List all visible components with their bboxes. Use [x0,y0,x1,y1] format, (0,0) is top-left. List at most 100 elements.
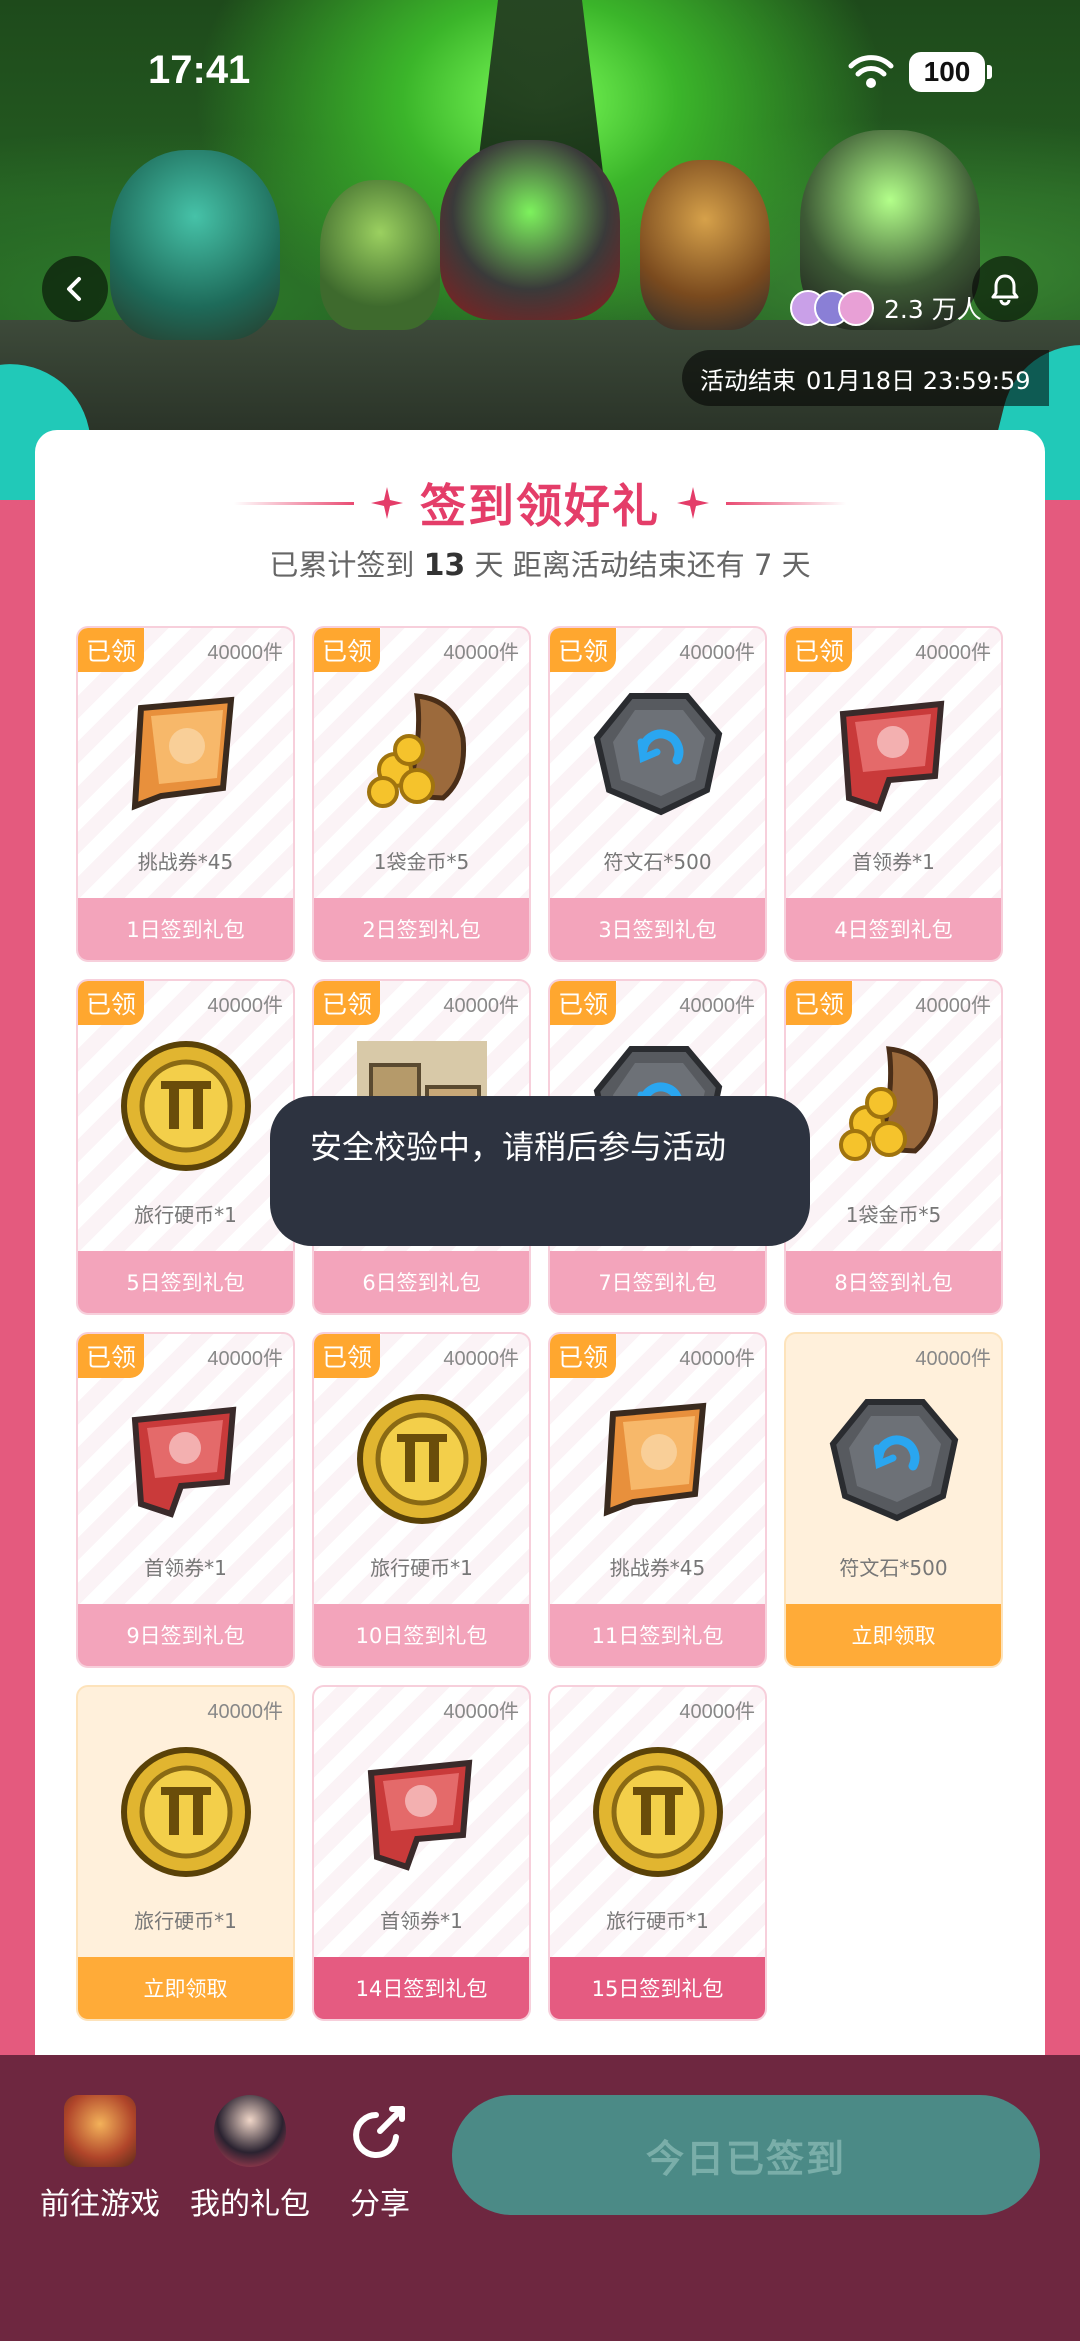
gift-day-label: 1日签到礼包 [78,898,293,960]
gift-card: 已领 40000件 1袋金币*5 2日签到礼包 [312,626,531,962]
claim-now-button[interactable]: 立即领取 [78,1957,293,2019]
title-row: 签到领好礼 [35,470,1045,536]
participant-avatars [790,290,874,326]
gift-card: 已领 40000件挑战券*45 11日签到礼包 [548,1332,767,1668]
claimed-badge: 已领 [78,628,144,672]
ticket-orange-icon [583,1384,733,1534]
gift-card[interactable]: 40000件符文石*500 立即领取 [784,1332,1003,1668]
gift-item-name: 旅行硬币*1 [134,1909,237,1933]
gift-day-label: 5日签到礼包 [78,1251,293,1313]
gift-item-name: 挑战券*45 [609,1556,706,1580]
signed-days: 13 [423,548,466,583]
end-time-value: 01月18日 23:59:59 [806,366,1031,395]
gift-card[interactable]: 40000件旅行硬币*1 立即领取 [76,1685,295,2021]
activity-end-time: 活动结束 01月18日 23:59:59 [682,350,1049,406]
back-button[interactable] [42,256,108,322]
remaining-days: 7 [753,548,773,582]
toast-message: 安全校验中，请稍后参与活动 [270,1096,810,1246]
ticket-red-icon [347,1737,497,1887]
gift-day-label: 7日签到礼包 [550,1251,765,1313]
gift-card: 已领 40000件挑战券*45 1日签到礼包 [76,626,295,962]
go-to-game-label: 前往游戏 [40,2187,160,2222]
claim-now-button[interactable]: 立即领取 [786,1604,1001,1666]
claimed-badge: 已领 [550,1334,616,1378]
share-button[interactable]: 分享 [344,2095,416,2223]
coin-bag-icon [819,1031,969,1181]
gift-day-label: 14日签到礼包 [314,1957,529,2019]
gift-day-label: 6日签到礼包 [314,1251,529,1313]
participants-label: 2.3 万人 [884,295,982,324]
gift-day-label: 11日签到礼包 [550,1604,765,1666]
gift-stock: 40000件 [443,1348,519,1370]
gift-avatar-icon [214,2095,286,2167]
gift-day-label: 2日签到礼包 [314,898,529,960]
gift-stock: 40000件 [679,995,755,1017]
gift-day-label: 4日签到礼包 [786,898,1001,960]
gift-item-name: 符文石*500 [839,1556,948,1580]
gift-stock: 40000件 [915,1348,991,1370]
gift-card: 已领 40000件 旅行硬币*1 10日签到礼包 [312,1332,531,1668]
share-label: 分享 [350,2187,410,2222]
gift-item-name: 首领券*1 [144,1556,227,1580]
travel-coin-icon [111,1031,261,1181]
gift-stock: 40000件 [443,1701,519,1723]
travel-coin-icon [347,1384,497,1534]
gift-stock: 40000件 [207,642,283,664]
gift-stock: 40000件 [679,642,755,664]
title-divider-right [726,501,846,505]
notification-button[interactable] [972,256,1038,322]
sign-in-summary: 已累计签到 13 天 距离活动结束还有 7 天 [269,548,811,583]
gift-card: 已领 40000件 旅行硬币*1 5日签到礼包 [76,979,295,1315]
end-time-label: 活动结束 [700,366,796,395]
my-gifts-button[interactable]: 我的礼包 [190,2095,310,2223]
bell-icon [991,274,1019,306]
gift-card: 40000件首领券*1 14日签到礼包 [312,1685,531,2021]
hero-character [320,180,440,330]
gift-day-label: 8日签到礼包 [786,1251,1001,1313]
claimed-badge: 已领 [550,628,616,672]
gift-item-name: 符文石*500 [603,850,712,874]
page-title: 签到领好礼 [420,479,660,533]
claimed-badge: 已领 [550,981,616,1025]
gift-item-name: 1袋金币*5 [845,1203,942,1227]
participants-count: 2.3 万人 [790,284,982,332]
gift-stock: 40000件 [915,642,991,664]
status-icons: 100 [847,52,992,92]
ticket-red-icon [819,678,969,828]
gift-card: 已领 40000件 首领券*1 4日签到礼包 [784,626,1003,962]
gift-day-label: 15日签到礼包 [550,1957,765,2019]
gift-grid: 已领 40000件 挑战券*45 1日签到礼包 已领 40000件 1袋金币*5 2日签到礼包… [76,626,1003,2021]
signed-today-button[interactable]: 今日已签到 [452,2095,1040,2215]
gift-card: 已领 40000件 符文石*500 3日签到礼包 [548,626,767,962]
gift-item-name: 挑战券*45 [137,850,234,874]
claimed-badge: 已领 [314,1334,380,1378]
sparkle-icon [677,487,709,519]
claimed-badge: 已领 [786,981,852,1025]
claimed-badge: 已领 [314,981,380,1025]
claimed-badge: 已领 [78,981,144,1025]
gift-stock: 40000件 [679,1348,755,1370]
gift-item-name: 旅行硬币*1 [606,1909,709,1933]
ticket-orange-icon [111,678,261,828]
sign-in-card: 签到领好礼 已累计签到 13 天 距离活动结束还有 7 天 已领 40000件 挑战… [35,430,1045,2070]
ticket-red-icon [111,1384,261,1534]
travel-coin-icon [111,1737,261,1887]
gift-stock: 40000件 [207,1701,283,1723]
gift-stock: 40000件 [443,642,519,664]
sparkle-icon [371,487,403,519]
gift-item-name: 旅行硬币*1 [134,1203,237,1227]
title-divider-left [234,501,354,505]
battery-icon: 100 [909,52,992,92]
share-icon [353,2106,405,2158]
gift-stock: 40000件 [207,1348,283,1370]
gift-item-name: 首领券*1 [380,1909,463,1933]
my-gifts-label: 我的礼包 [190,2187,310,2222]
claimed-badge: 已领 [786,628,852,672]
go-to-game-button[interactable]: 前往游戏 [40,2095,160,2223]
wifi-icon [848,55,894,88]
claimed-badge: 已领 [78,1334,144,1378]
avatar [838,290,874,326]
gift-card: 已领 40000件首领券*1 9日签到礼包 [76,1332,295,1668]
gift-day-label: 9日签到礼包 [78,1604,293,1666]
claimed-badge: 已领 [314,628,380,672]
